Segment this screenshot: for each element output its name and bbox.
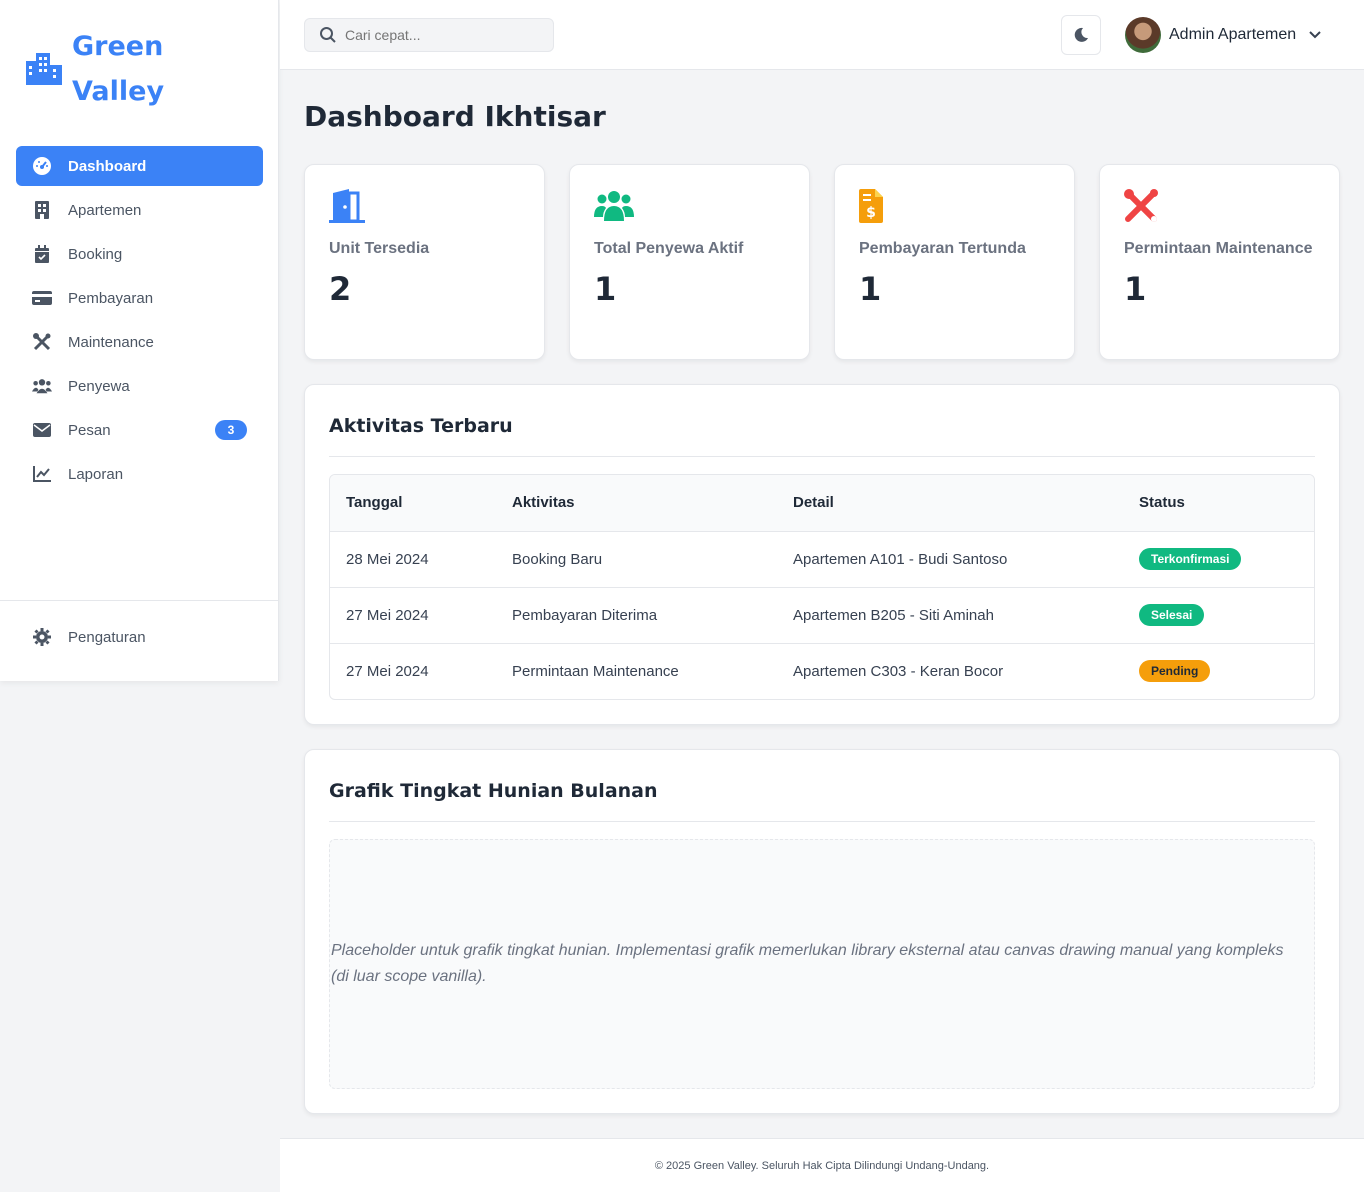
sidebar-footer: Pengaturan	[0, 600, 279, 661]
sidebar-item-label: Dashboard	[68, 157, 147, 175]
brand-logo[interactable]: Green Valley	[24, 24, 192, 114]
sidebar-item-dashboard[interactable]: Dashboard	[16, 146, 263, 186]
cell-activity: Booking Baru	[496, 531, 777, 588]
cell-status: Selesai	[1123, 587, 1314, 644]
chart-line-icon	[32, 464, 52, 484]
sidebar-item-booking[interactable]: Booking	[16, 234, 263, 274]
stat-value: 1	[594, 270, 617, 308]
stat-card-permintaan-maintenance: Permintaan Maintenance 1	[1099, 164, 1340, 360]
door-icon	[329, 189, 365, 223]
cell-status: Terkonfirmasi	[1123, 531, 1314, 588]
stat-card-total-penyewa: Total Penyewa Aktif 1	[569, 164, 810, 360]
table-header-row: Tanggal Aktivitas Detail Status	[330, 475, 1314, 532]
sidebar-item-label: Maintenance	[68, 333, 154, 351]
cell-date: 28 Mei 2024	[330, 531, 496, 588]
panel-title: Grafik Tingkat Hunian Bulanan	[329, 774, 1315, 822]
status-badge: Terkonfirmasi	[1139, 548, 1242, 570]
stat-label: Unit Tersedia	[329, 240, 430, 257]
cell-date: 27 Mei 2024	[346, 662, 429, 680]
avatar	[1125, 17, 1161, 53]
sidebar-item-label: Booking	[68, 245, 123, 263]
activity-table: Tanggal Aktivitas Detail Status 28 Mei 2…	[329, 474, 1315, 700]
sidebar-item-label: Penyewa	[68, 377, 130, 395]
panel-title: Aktivitas Terbaru	[329, 409, 1315, 457]
invoice-dollar-icon: $	[859, 189, 883, 223]
column-header: Tanggal	[330, 475, 496, 532]
stat-card-pembayaran-tertunda: $ Pembayaran Tertunda 1	[834, 164, 1075, 360]
sidebar-item-penyewa[interactable]: Penyewa	[16, 366, 263, 406]
stat-value: 1	[1124, 270, 1147, 308]
sidebar-nav: Dashboard Apartemen Booking Pembayaran M…	[16, 146, 263, 498]
stat-cards: Unit Tersedia 2 Total Penyewa Aktif 1 $ …	[304, 164, 1340, 360]
theme-toggle-button[interactable]	[1061, 15, 1101, 55]
sidebar-item-pesan[interactable]: Pesan 3	[16, 410, 263, 450]
recent-activity-panel: Aktivitas Terbaru Tanggal Aktivitas Deta…	[304, 384, 1340, 725]
search-icon	[320, 27, 336, 43]
top-header: Admin Apartemen	[280, 0, 1364, 70]
sidebar-item-label: Pesan	[68, 421, 111, 439]
sidebar-item-label: Laporan	[68, 465, 124, 483]
stat-value: 1	[859, 270, 882, 308]
sidebar-item-apartemen[interactable]: Apartemen	[16, 190, 263, 230]
brand-name: Green Valley	[72, 31, 165, 107]
sidebar-item-label: Pengaturan	[68, 628, 146, 646]
cell-activity: Pembayaran Diterima	[496, 587, 777, 644]
gear-icon	[32, 627, 52, 647]
sidebar-item-pembayaran[interactable]: Pembayaran	[16, 278, 263, 318]
user-menu[interactable]: Admin Apartemen	[1125, 17, 1322, 53]
column-header: Aktivitas	[496, 475, 777, 532]
moon-icon	[1074, 27, 1088, 42]
cell-detail: Apartemen C303 - Keran Bocor	[793, 662, 1004, 680]
page-title: Dashboard Ikhtisar	[304, 100, 606, 133]
tools-icon	[1124, 189, 1158, 222]
search-input[interactable]	[345, 27, 545, 43]
tools-icon	[32, 332, 52, 352]
status-badge: Selesai	[1139, 604, 1205, 626]
user-name: Admin Apartemen	[1169, 26, 1297, 43]
city-icon	[26, 53, 62, 85]
users-icon	[32, 376, 52, 396]
sidebar-item-label: Pembayaran	[68, 289, 154, 307]
stat-label: Total Penyewa Aktif	[594, 240, 744, 257]
gauge-icon	[32, 156, 52, 176]
calendar-check-icon	[32, 244, 52, 264]
cell-date: 27 Mei 2024	[330, 587, 496, 644]
table-row[interactable]: 28 Mei 2024 Booking Baru Apartemen A101 …	[330, 531, 1314, 588]
column-header: Detail	[777, 475, 1123, 532]
sidebar-item-pengaturan[interactable]: Pengaturan	[16, 617, 263, 657]
table-row[interactable]: 27 Mei 2024 Pembayaran Diterima Aparteme…	[330, 587, 1314, 644]
copyright-text: © 2025 Green Valley. Seluruh Hak Cipta D…	[654, 1160, 990, 1172]
cell-activity: Permintaan Maintenance	[512, 662, 679, 680]
chart-placeholder-text: Placeholder untuk grafik tingkat hunian.…	[331, 942, 1284, 985]
sidebar-item-maintenance[interactable]: Maintenance	[16, 322, 263, 362]
status-badge: Pending	[1139, 660, 1211, 683]
cell-status: Pending	[1123, 643, 1314, 699]
cell-detail: Apartemen A101 - Budi Santoso	[777, 531, 1123, 588]
sidebar-item-label: Apartemen	[68, 201, 142, 219]
table-row[interactable]: 27 Mei 2024 Permintaan Maintenance Apart…	[330, 643, 1314, 699]
message-count-badge: 3	[215, 420, 247, 440]
page-footer: © 2025 Green Valley. Seluruh Hak Cipta D…	[280, 1138, 1364, 1192]
column-header: Status	[1123, 475, 1314, 532]
credit-card-icon	[32, 288, 52, 308]
stat-card-unit-tersedia: Unit Tersedia 2	[304, 164, 545, 360]
stat-label: Pembayaran Tertunda	[859, 240, 1026, 257]
search-box	[304, 18, 554, 52]
building-icon	[32, 200, 52, 220]
svg-text:$: $	[866, 205, 876, 221]
occupancy-chart-panel: Grafik Tingkat Hunian Bulanan Placeholde…	[304, 749, 1340, 1114]
envelope-icon	[32, 420, 52, 440]
sidebar: Green Valley Dashboard Apartemen Booking	[0, 0, 279, 681]
sidebar-item-laporan[interactable]: Laporan	[16, 454, 263, 494]
chart-placeholder: Placeholder untuk grafik tingkat hunian.…	[329, 839, 1315, 1089]
users-icon	[594, 191, 634, 221]
cell-detail: Apartemen B205 - Siti Aminah	[777, 587, 1123, 644]
chevron-down-icon	[1309, 31, 1321, 39]
stat-label: Permintaan Maintenance	[1124, 240, 1313, 257]
stat-value: 2	[329, 270, 352, 308]
